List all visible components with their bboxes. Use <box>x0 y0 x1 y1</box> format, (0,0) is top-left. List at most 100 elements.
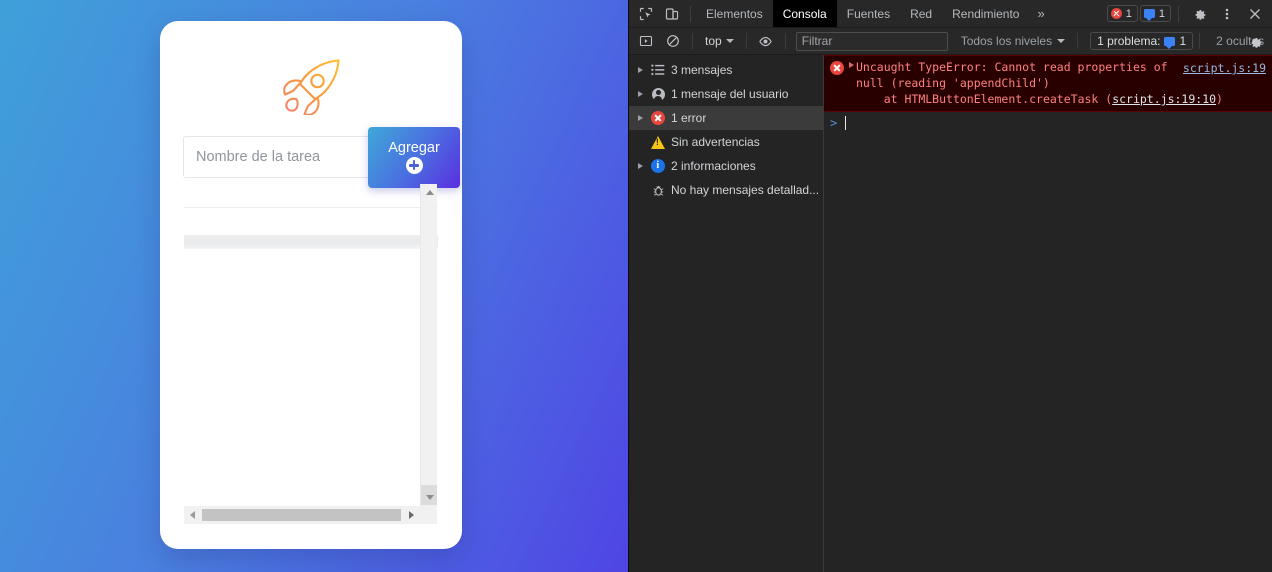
user-icon <box>647 87 669 102</box>
tab-label: Rendimiento <box>952 6 1020 21</box>
sidebar-item-label: 1 mensaje del usuario <box>671 87 789 101</box>
scroll-left-button[interactable] <box>184 506 201 524</box>
devtools-panel: Elementos Consola Fuentes Red Rendimient… <box>628 0 1272 572</box>
verbose-bug-icon <box>647 184 669 197</box>
expand-twisty-icon[interactable] <box>634 91 647 97</box>
problems-label: 1 problema: <box>1097 34 1161 48</box>
sidebar-item-label: 1 error <box>671 111 707 125</box>
page-viewport: Agregar <box>0 0 628 572</box>
scrollbar-corner <box>420 506 437 524</box>
error-stack-suffix: ) <box>1216 92 1223 106</box>
triangle-up-icon <box>425 190 434 195</box>
scroll-right-button[interactable] <box>403 506 420 524</box>
close-icon[interactable] <box>1242 2 1268 26</box>
sidebar-item-label: 2 informaciones <box>671 159 756 173</box>
problems-count: 1 <box>1179 34 1187 48</box>
inspect-cursor-icon[interactable] <box>633 2 659 26</box>
sidebar-item-messages[interactable]: 3 mensajes <box>629 58 823 82</box>
toolbar-divider-4 <box>1077 33 1079 49</box>
tab-fuentes[interactable]: Fuentes <box>837 0 900 27</box>
error-icon <box>1110 8 1122 19</box>
triangle-left-icon <box>190 511 195 519</box>
todo-app-card: Agregar <box>160 21 462 549</box>
vertical-scrollbar[interactable] <box>420 184 437 506</box>
expand-twisty-icon[interactable] <box>634 115 647 121</box>
sidebar-item-warnings[interactable]: Sin advertencias <box>629 130 823 154</box>
toolbar-divider-3 <box>784 33 786 49</box>
log-levels-select[interactable]: Todos los niveles <box>955 34 1071 48</box>
message-icon <box>1164 36 1176 49</box>
prompt-chevron-icon: > <box>830 116 838 130</box>
log-levels-label: Todos los niveles <box>960 34 1053 48</box>
problems-badge[interactable]: 1 problema: 1 <box>1090 32 1194 50</box>
tab-elementos[interactable]: Elementos <box>696 0 773 27</box>
execution-context-select[interactable]: top <box>699 31 740 51</box>
triangle-down-icon <box>425 495 434 500</box>
add-task-button[interactable]: Agregar <box>368 127 460 188</box>
message-icon <box>1143 9 1155 21</box>
tab-consola[interactable]: Consola <box>772 0 837 27</box>
plus-circle-icon <box>405 156 423 174</box>
tab-red[interactable]: Red <box>900 0 942 27</box>
live-expression-eye-icon[interactable] <box>753 29 779 53</box>
console-filter-input[interactable] <box>795 31 948 51</box>
error-stack-link[interactable]: script.js:19:10 <box>1112 92 1216 106</box>
tabbar-divider-2 <box>1178 5 1179 22</box>
tab-label: Consola <box>782 6 827 21</box>
console-sidebar-toggle-icon[interactable] <box>633 29 659 53</box>
text-caret <box>845 116 847 130</box>
error-line-1: Uncaught TypeError: Cannot read properti… <box>856 60 1168 74</box>
execution-context-label: top <box>705 34 722 48</box>
error-icon <box>828 59 846 75</box>
chevron-down-icon <box>725 39 734 43</box>
rocket-logo <box>160 57 462 115</box>
info-icon <box>647 159 669 173</box>
console-error-message[interactable]: Uncaught TypeError: Cannot read properti… <box>824 55 1272 112</box>
expand-twisty-icon[interactable] <box>634 67 647 73</box>
sidebar-item-label: No hay mensajes detallad... <box>671 183 820 197</box>
error-count-badge[interactable]: 1 <box>1106 5 1138 22</box>
message-count-badge[interactable]: 1 <box>1139 5 1171 22</box>
expand-twisty-icon[interactable] <box>846 59 856 68</box>
console-toolbar: top Todos los niveles 1 problema: 1 <box>629 28 1272 55</box>
console-settings-gear-icon[interactable] <box>1242 28 1268 54</box>
warning-icon <box>647 135 669 149</box>
rocket-icon <box>280 57 342 115</box>
sidebar-item-label: Sin advertencias <box>671 135 760 149</box>
sidebar-item-info[interactable]: 2 informaciones <box>629 154 823 178</box>
error-icon <box>647 111 669 125</box>
kebab-menu-icon[interactable] <box>1214 2 1240 26</box>
toolbar-divider-5 <box>1199 33 1201 49</box>
chevron-down-icon <box>1057 39 1066 43</box>
expand-twisty-icon[interactable] <box>634 163 647 169</box>
task-list <box>184 208 438 525</box>
scroll-up-button[interactable] <box>421 184 438 201</box>
more-tabs-button[interactable]: » <box>1029 6 1052 21</box>
task-form: Agregar <box>183 127 460 188</box>
console-body: 3 mensajes 1 mensaje del usuario 1 error… <box>629 55 1272 572</box>
error-line-2: null (reading 'appendChild') <box>856 76 1050 90</box>
error-stack-prefix: at HTMLButtonElement.createTask ( <box>856 92 1113 106</box>
error-source-link[interactable]: script.js:19 <box>1183 60 1266 76</box>
tab-label: Fuentes <box>846 6 891 21</box>
scroll-down-button[interactable] <box>421 489 438 506</box>
tabbar-divider <box>690 5 691 22</box>
sidebar-item-verbose[interactable]: No hay mensajes detallad... <box>629 178 823 202</box>
clear-console-icon[interactable] <box>660 29 686 53</box>
devtools-tabbar: Elementos Consola Fuentes Red Rendimient… <box>629 0 1272 28</box>
toolbar-divider-1 <box>692 33 693 49</box>
console-prompt[interactable]: > <box>824 114 1272 132</box>
sidebar-item-label: 3 mensajes <box>671 63 733 77</box>
gear-icon[interactable] <box>1186 2 1212 26</box>
screen-root: Agregar <box>0 0 1272 572</box>
horizontal-scrollbar[interactable] <box>184 506 420 524</box>
sidebar-item-errors[interactable]: 1 error <box>629 106 823 130</box>
console-output: Uncaught TypeError: Cannot read properti… <box>824 55 1272 572</box>
error-count-label: 1 <box>1125 7 1132 20</box>
device-toolbar-icon[interactable] <box>659 2 685 26</box>
console-sidebar: 3 mensajes 1 mensaje del usuario 1 error… <box>629 55 824 572</box>
tab-rendimiento[interactable]: Rendimiento <box>942 0 1029 27</box>
sidebar-item-user-messages[interactable]: 1 mensaje del usuario <box>629 82 823 106</box>
horizontal-scrollbar-thumb[interactable] <box>202 509 401 521</box>
task-list-row-placeholder <box>184 235 438 249</box>
